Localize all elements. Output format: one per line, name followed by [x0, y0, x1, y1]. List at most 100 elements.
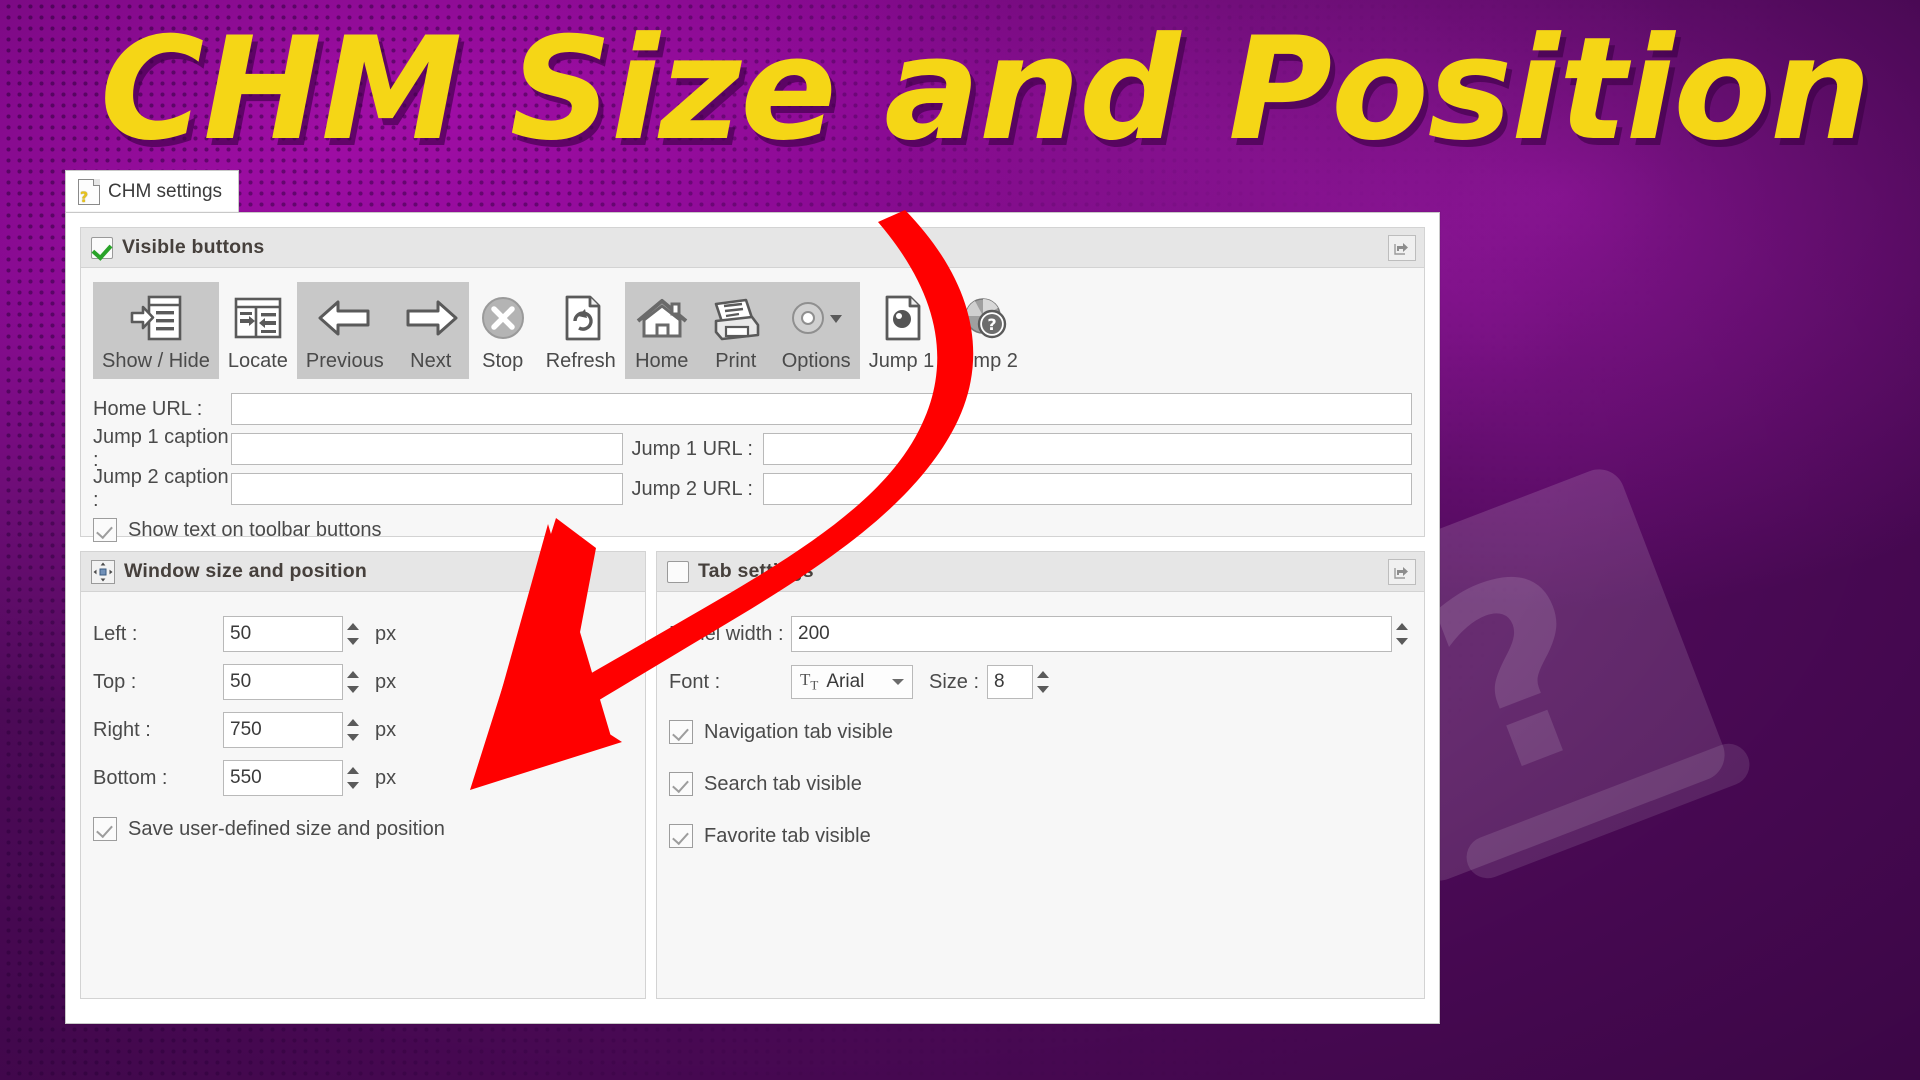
reset-arrow-glyph [1394, 242, 1408, 255]
jump1-url-label: Jump 1 URL : [631, 437, 753, 460]
jump1-row: Jump 1 caption : Jump 1 URL : [81, 426, 1424, 471]
toolbar-button-next[interactable]: Next [392, 282, 469, 379]
favorite-tab-label: Favorite tab visible [704, 824, 871, 847]
size-label: Size : [929, 670, 980, 693]
toolbar-button-show-hide[interactable]: Show / Hide [93, 282, 219, 379]
options-icon [786, 290, 846, 346]
tab-settings-group: Tab settings Panel width : 200 Font: TT… [656, 551, 1425, 999]
window-size-rows: Left : 50 px Top : 50 px Right : 750 px … [81, 592, 645, 856]
move-resize-icon [91, 559, 115, 584]
show-text-checkbox-row[interactable]: Show text on toolbar buttons [81, 509, 1424, 551]
save-size-checkbox[interactable] [93, 817, 117, 841]
toolbar-button-refresh[interactable]: Refresh [537, 282, 625, 379]
search-tab-label: Search tab visible [704, 772, 862, 795]
favorite-tab-checkbox[interactable] [669, 824, 693, 848]
left-label: Left : [93, 622, 138, 645]
left-input[interactable]: 50 [223, 616, 343, 652]
toolbar-label: Print [715, 350, 757, 372]
jump2-icon: ? [959, 290, 1011, 346]
right-row: Right : 750 px [81, 706, 645, 754]
svg-text:?: ? [987, 315, 996, 334]
toolbar-button-stop[interactable]: Stop [469, 282, 537, 379]
jump2-caption-input[interactable] [231, 473, 623, 505]
toolbar-button-options[interactable]: Options [772, 282, 860, 379]
jump2-row: Jump 2 caption : Jump 2 URL : [81, 466, 1424, 511]
tab-label: CHM settings [108, 181, 223, 202]
toolbar-label: Home [635, 350, 689, 372]
font-row: Font : TT Arial Size : 8 [657, 658, 1424, 706]
top-input[interactable]: 50 [223, 664, 343, 700]
toolbar-button-jump-1[interactable]: Jump 1 [860, 282, 944, 379]
refresh-icon [556, 290, 606, 346]
left-unit: px [375, 622, 397, 645]
jump2-caption-label: Jump 2 caption : [93, 466, 229, 511]
navigation-tab-label: Navigation tab visible [704, 720, 893, 743]
jump1-url-input[interactable] [763, 433, 1412, 465]
bottom-label: Bottom : [93, 766, 168, 789]
top-stepper[interactable] [343, 667, 363, 697]
left-stepper[interactable] [343, 619, 363, 649]
toolbar-label: Jump 1 [868, 350, 935, 372]
right-unit: px [375, 718, 397, 741]
toolbar-button-jump-2[interactable]: ? Jump 2 [943, 282, 1027, 379]
bottom-input[interactable]: 550 [223, 760, 343, 796]
locate-icon [231, 290, 285, 346]
window-size-group: Window size and position Left : 50 px To… [80, 551, 646, 999]
toolbar-button-print[interactable]: Print [698, 282, 773, 379]
search-tab-checkbox-row[interactable]: Search tab visible [657, 758, 1424, 810]
reset-arrow-icon[interactable] [1388, 234, 1416, 261]
toolbar-label: Next [410, 350, 452, 372]
panel-width-input[interactable]: 200 [791, 616, 1392, 652]
font-label: Font : [669, 670, 721, 693]
top-row: Top : 50 px [81, 658, 645, 706]
right-input[interactable]: 750 [223, 712, 343, 748]
navigation-tab-checkbox[interactable] [669, 720, 693, 744]
visible-buttons-title: Visible buttons [122, 236, 265, 258]
top-unit: px [375, 670, 397, 693]
jump1-icon [876, 290, 926, 346]
arrow-right-icon [402, 290, 460, 346]
toolbar-label: Show / Hide [102, 350, 210, 372]
font-value: Arial [826, 671, 865, 692]
toolbar-button-home[interactable]: Home [624, 282, 699, 379]
right-stepper[interactable] [343, 715, 363, 745]
navigation-tab-checkbox-row[interactable]: Navigation tab visible [657, 706, 1424, 758]
save-size-checkbox-row[interactable]: Save user-defined size and position [81, 802, 645, 856]
toolbar-label: Options [781, 350, 851, 372]
panel-width-stepper[interactable] [1392, 619, 1412, 649]
jump2-url-input[interactable] [763, 473, 1412, 505]
bottom-unit: px [375, 766, 397, 789]
toolbar-button-previous[interactable]: Previous [296, 282, 393, 379]
reset-arrow-icon[interactable] [1388, 558, 1416, 585]
panel-width-row: Panel width : 200 [657, 610, 1424, 658]
search-tab-checkbox[interactable] [669, 772, 693, 796]
save-size-label: Save user-defined size and position [128, 817, 445, 840]
tab-chm-settings[interactable]: ? CHM settings [65, 170, 240, 214]
bottom-stepper[interactable] [343, 763, 363, 793]
font-select[interactable]: TT Arial [791, 665, 913, 699]
bottom-groups: Window size and position Left : 50 px To… [80, 551, 1425, 999]
tab-settings-header: Tab settings [657, 552, 1424, 592]
home-icon [634, 290, 690, 346]
visible-buttons-header: Visible buttons [81, 228, 1424, 268]
toolbar-button-locate[interactable]: Locate [219, 282, 297, 379]
top-label: Top : [93, 670, 137, 693]
home-url-row: Home URL : [81, 389, 1424, 429]
chevron-down-icon [892, 679, 904, 685]
size-stepper[interactable] [1033, 667, 1053, 697]
empty-checkbox-icon[interactable] [667, 560, 689, 583]
jump1-caption-input[interactable] [231, 433, 623, 465]
bottom-row: Bottom : 550 px [81, 754, 645, 802]
window-body: Visible buttons Show / Hide Locate Previ… [66, 213, 1439, 1023]
green-check-icon[interactable] [91, 236, 113, 259]
chm-settings-window: Visible buttons Show / Hide Locate Previ… [65, 212, 1440, 1024]
visible-buttons-toolbar: Show / Hide Locate Previous Next Stop Re… [93, 282, 1412, 379]
favorite-tab-checkbox-row[interactable]: Favorite tab visible [657, 810, 1424, 862]
show-text-checkbox[interactable] [93, 518, 117, 542]
right-label: Right : [93, 718, 151, 741]
home-url-input[interactable] [231, 393, 1412, 425]
size-input[interactable]: 8 [987, 665, 1034, 699]
chm-document-icon: ? [78, 179, 100, 205]
reset-arrow-glyph [1394, 566, 1408, 579]
panel-width-label: Panel width : [669, 622, 784, 645]
